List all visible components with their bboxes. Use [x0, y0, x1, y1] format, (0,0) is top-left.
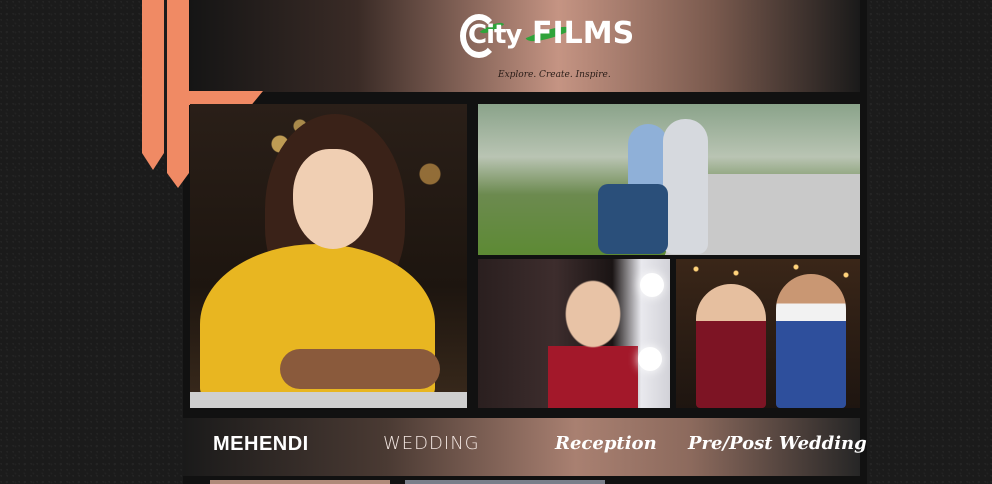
photo-detail: [293, 149, 373, 249]
logo-tagline: Explore. Create. Inspire.: [498, 70, 611, 80]
photo-detail: [548, 269, 638, 408]
photo-detail: [696, 284, 766, 408]
next-row-preview: [210, 480, 390, 484]
logo-city-text: City: [468, 20, 522, 50]
nav-item-wedding[interactable]: WEDDING: [383, 433, 480, 454]
nav-item-reception[interactable]: Reception: [555, 433, 657, 454]
photo-bride-mirror[interactable]: [478, 259, 670, 408]
logo-films-text: FILMS: [532, 16, 635, 51]
ribbon-decoration: [167, 91, 263, 105]
next-row-preview: [405, 480, 605, 484]
nav-item-mehendi[interactable]: MEHENDI: [213, 433, 309, 456]
photo-mehendi-portrait[interactable]: [190, 104, 467, 408]
nav-item-pre-post-wedding[interactable]: Pre/Post Wedding: [688, 433, 867, 454]
ribbon-decoration: [142, 0, 164, 170]
photo-detail: [280, 349, 440, 389]
photo-reception-couple[interactable]: [676, 259, 860, 408]
photo-detail: [598, 184, 668, 254]
category-nav: MEHENDI WEDDING Reception Pre/Post Weddi…: [183, 418, 867, 476]
photo-detail: [663, 119, 708, 254]
light-bulb: [640, 273, 664, 297]
photo-detail: [776, 274, 846, 408]
photo-couple-motorbike[interactable]: [478, 104, 860, 255]
light-bulb: [638, 347, 662, 371]
brand-logo[interactable]: City FILMS Explore. Create. Inspire.: [460, 6, 634, 86]
photo-detail: [190, 392, 467, 408]
